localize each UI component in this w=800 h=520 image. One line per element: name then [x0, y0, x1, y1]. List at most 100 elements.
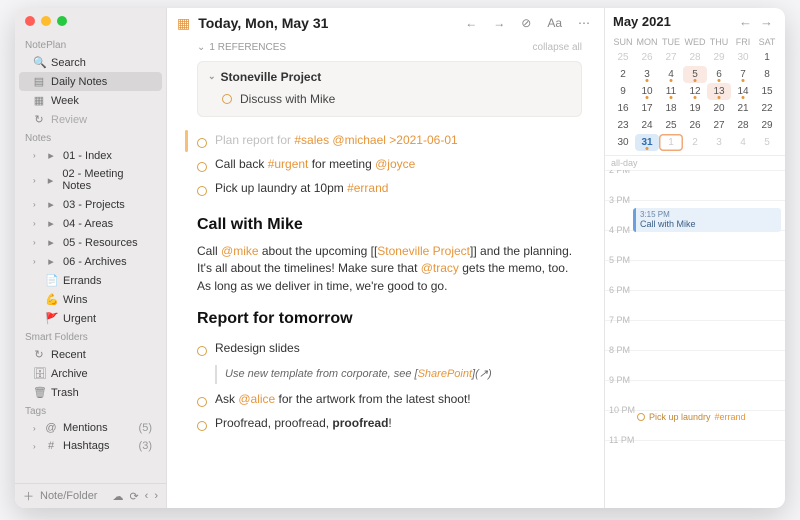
calendar-day[interactable]: 29 [707, 49, 731, 66]
calendar-day[interactable]: 12 [683, 83, 707, 100]
nav-fwd-icon[interactable]: › [154, 490, 158, 502]
calendar-day[interactable]: 1 [659, 134, 683, 151]
calendar-day[interactable]: 23 [611, 117, 635, 134]
calendar-day[interactable]: 6 [707, 66, 731, 83]
cal-next-button[interactable]: → [756, 14, 777, 29]
cal-prev-button[interactable]: ← [735, 14, 756, 29]
todo-line[interactable]: Pick up laundry at 10pm #errand [197, 177, 582, 201]
calendar-day[interactable]: 26 [683, 117, 707, 134]
text-style-button[interactable]: Aa [543, 14, 566, 32]
cloud-icon[interactable]: ☁ [112, 490, 123, 503]
calendar-day[interactable]: 21 [731, 100, 755, 117]
todo-line[interactable]: Ask @alice for the artwork from the late… [197, 388, 582, 412]
calendar-day[interactable]: 27 [659, 49, 683, 66]
timeline-hour[interactable]: 8 PM [605, 350, 785, 380]
calendar-day[interactable]: 31 [635, 134, 659, 151]
sidebar-smart-folder[interactable]: 🗑Trash [19, 383, 162, 402]
sidebar-note[interactable]: 🚩Urgent [19, 309, 162, 328]
calendar-day[interactable]: 15 [755, 83, 779, 100]
calendar-day[interactable]: 3 [635, 66, 659, 83]
calendar-day[interactable]: 25 [611, 49, 635, 66]
calendar-day[interactable]: 2 [611, 66, 635, 83]
todo-checkbox[interactable] [637, 413, 645, 421]
minimize-icon[interactable] [41, 16, 51, 26]
sidebar-smart-folder[interactable]: ↻Recent [19, 345, 162, 364]
calendar-day[interactable]: 5 [683, 66, 707, 83]
calendar-day[interactable]: 5 [755, 134, 779, 151]
calendar-day[interactable]: 16 [611, 100, 635, 117]
todo-checkbox[interactable] [197, 421, 207, 431]
todo-line[interactable]: Plan report for #sales @michael >2021-06… [197, 129, 582, 153]
todo-line[interactable]: Redesign slides [197, 337, 582, 361]
sidebar-item-daily-notes[interactable]: ▤ Daily Notes [19, 72, 162, 91]
calendar-day[interactable]: 28 [683, 49, 707, 66]
reference-card[interactable]: ⌄ Stoneville Project Discuss with Mike [197, 61, 582, 117]
calendar-day[interactable]: 8 [755, 66, 779, 83]
sync-icon[interactable]: ⟳ [129, 490, 138, 503]
sidebar-item-week[interactable]: ▦ Week [19, 91, 162, 110]
calendar-day[interactable]: 22 [755, 100, 779, 117]
calendar-day[interactable]: 3 [707, 134, 731, 151]
calendar-day[interactable]: 20 [707, 100, 731, 117]
calendar-day[interactable]: 30 [731, 49, 755, 66]
calendar-day[interactable]: 4 [659, 66, 683, 83]
calendar-day[interactable]: 9 [611, 83, 635, 100]
timeline[interactable]: 2 PM3 PM4 PM5 PM6 PM7 PM8 PM9 PM10 PM11 … [605, 170, 785, 508]
calendar-day[interactable]: 18 [659, 100, 683, 117]
sidebar-folder[interactable]: ›▸05 - Resources [19, 233, 162, 252]
sidebar-note[interactable]: 💪Wins [19, 290, 162, 309]
calendar-day[interactable]: 10 [635, 83, 659, 100]
calendar-event[interactable]: 3:15 PMCall with Mike [633, 208, 781, 232]
calendar-day[interactable]: 19 [683, 100, 707, 117]
maximize-icon[interactable] [57, 16, 67, 26]
calendar-task-event[interactable]: Pick up laundry #errand [633, 411, 781, 423]
calendar-day[interactable]: 17 [635, 100, 659, 117]
calendar-day[interactable]: 11 [659, 83, 683, 100]
close-icon[interactable] [25, 16, 35, 26]
timeline-hour[interactable]: 4 PM [605, 230, 785, 260]
note-body[interactable]: ⌄ 1 REFERENCES collapse all ⌄ Stoneville… [167, 38, 604, 508]
next-day-button[interactable]: → [489, 14, 509, 32]
add-label[interactable]: Note/Folder [40, 490, 97, 502]
sidebar-folder[interactable]: ›▸06 - Archives [19, 252, 162, 271]
timeline-hour[interactable]: 11 PM [605, 440, 785, 470]
calendar-day[interactable]: 24 [635, 117, 659, 134]
references-header[interactable]: ⌄ 1 REFERENCES collapse all [197, 38, 582, 61]
calendar-day[interactable]: 1 [755, 49, 779, 66]
todo-checkbox[interactable] [197, 138, 207, 148]
sidebar-folder[interactable]: ›▸04 - Areas [19, 214, 162, 233]
todo-checkbox[interactable] [197, 346, 207, 356]
sidebar-folder[interactable]: ›▸01 - Index [19, 146, 162, 165]
timeline-hour[interactable]: 5 PM [605, 260, 785, 290]
done-filter-button[interactable]: ⊘ [517, 14, 535, 32]
timeline-hour[interactable]: 2 PM [605, 170, 785, 200]
wiki-link[interactable]: Stoneville Project [377, 244, 470, 258]
todo-checkbox[interactable] [197, 186, 207, 196]
calendar-day[interactable]: 14 [731, 83, 755, 100]
todo-line[interactable]: Call back #urgent for meeting @joyce [197, 153, 582, 177]
calendar-day[interactable]: 26 [635, 49, 659, 66]
timeline-hour[interactable]: 7 PM [605, 320, 785, 350]
sidebar-tag-group[interactable]: ›#Hashtags(3) [19, 437, 162, 455]
todo-checkbox[interactable] [197, 162, 207, 172]
sidebar-note[interactable]: 📄Errands [19, 271, 162, 290]
timeline-hour[interactable]: 6 PM [605, 290, 785, 320]
calendar-day[interactable]: 7 [731, 66, 755, 83]
todo-checkbox[interactable] [197, 397, 207, 407]
todo-line[interactable]: Proofread, proofread, proofread! [197, 412, 582, 436]
sidebar-tag-group[interactable]: ›@Mentions(5) [19, 419, 162, 437]
search-row[interactable]: 🔍 Search [19, 53, 162, 72]
todo-checkbox[interactable] [222, 94, 232, 104]
sidebar-folder[interactable]: ›▸02 - Meeting Notes [19, 165, 162, 195]
sidebar-item-review[interactable]: ↻ Review [19, 110, 162, 129]
nav-back-icon[interactable]: ‹ [145, 490, 149, 502]
chevron-down-icon[interactable]: ⌄ [208, 70, 216, 84]
calendar-day[interactable]: 25 [659, 117, 683, 134]
add-icon[interactable]: ＋ [23, 488, 34, 504]
calendar-day[interactable]: 4 [731, 134, 755, 151]
more-button[interactable]: ⋯ [574, 14, 594, 32]
external-link[interactable]: SharePoint [418, 368, 472, 380]
sidebar-smart-folder[interactable]: 🗄Archive [19, 364, 162, 383]
calendar-day[interactable]: 27 [707, 117, 731, 134]
calendar-day[interactable]: 2 [683, 134, 707, 151]
